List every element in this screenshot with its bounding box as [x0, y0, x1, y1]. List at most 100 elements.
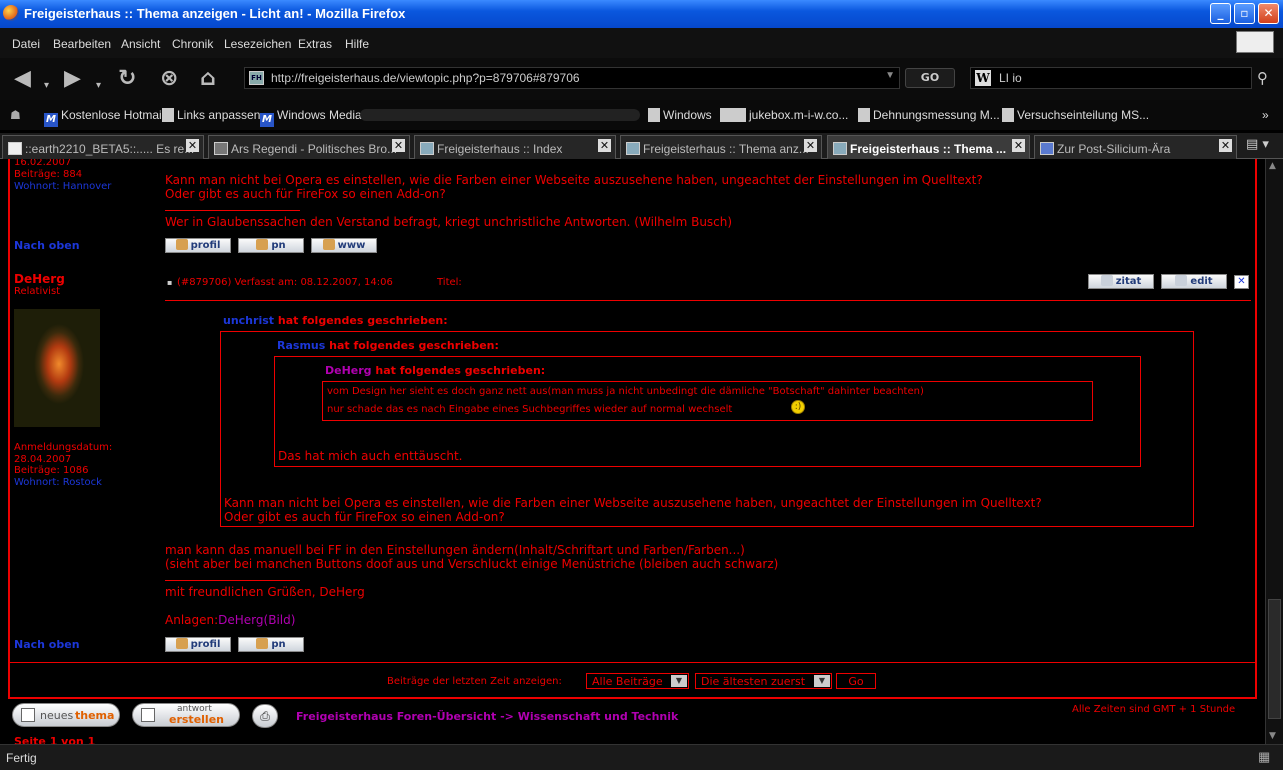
close-tab-icon[interactable]: ✕	[804, 139, 817, 152]
scroll-up-icon[interactable]: ▲	[1269, 161, 1276, 171]
close-tab-icon[interactable]: ✕	[1219, 139, 1232, 152]
close-tab-icon[interactable]: ✕	[1012, 139, 1025, 152]
search-icon[interactable]: ⚲	[1257, 69, 1268, 87]
status-text: Fertig	[6, 751, 37, 765]
forward-arrow-icon[interactable]: ▶	[64, 65, 81, 93]
new-topic-button[interactable]: neues thema	[12, 703, 120, 727]
close-tab-icon[interactable]: ✕	[186, 139, 199, 152]
menu-bar: Datei Bearbeiten Ansicht Chronik Lesezei…	[0, 28, 1283, 58]
delete-post-icon[interactable]: ✕	[1234, 275, 1249, 289]
breadcrumb[interactable]: Freigeisterhaus Foren-Übersicht -> Wisse…	[296, 710, 678, 723]
wikipedia-icon[interactable]: W	[975, 70, 991, 86]
page-icon	[1002, 108, 1014, 122]
quote3-author[interactable]: DeHerg	[325, 364, 372, 377]
site-favicon-icon: FH	[249, 71, 264, 85]
page-content: 16.02.2007 Beiträge: 884 Wohnort: Hannov…	[0, 159, 1265, 744]
url-bar[interactable]: FH http://freigeisterhaus.de/viewtopic.p…	[244, 67, 900, 89]
nach-oben-link[interactable]: Nach oben	[14, 638, 80, 651]
tab-ars-regendi[interactable]: Ars Regendi - Politisches Bro... ✕	[208, 135, 410, 159]
go-submit-button[interactable]: Go	[836, 673, 876, 689]
zitat-button[interactable]: zitat	[1088, 274, 1154, 289]
bookmark-jukebox[interactable]: jukebox.m-i-w.co...	[720, 108, 848, 122]
nach-oben-link[interactable]: Nach oben	[14, 239, 80, 252]
users-icon	[256, 239, 269, 250]
reload-icon[interactable]: ↻	[118, 65, 136, 93]
menu-extras[interactable]: Extras	[298, 37, 332, 51]
bookmarks-overflow-icon[interactable]: »	[1262, 108, 1269, 122]
menu-hilfe[interactable]: Hilfe	[345, 37, 369, 51]
page-indicator: Seite 1 von 1	[14, 735, 96, 744]
posts-period-select[interactable]: Alle Beiträge ▼	[586, 673, 689, 689]
menu-bearbeiten[interactable]: Bearbeiten	[53, 37, 111, 51]
profile-icon	[175, 638, 188, 649]
pn-button[interactable]: pn	[238, 637, 304, 652]
profil-button[interactable]: profil	[165, 637, 231, 652]
bookmark-links-anpassen[interactable]: Links anpassen	[162, 108, 260, 122]
avatar	[14, 309, 100, 427]
pn-button[interactable]: pn	[238, 238, 304, 253]
close-window-button[interactable]: ✕	[1258, 3, 1279, 24]
bookmark-windows[interactable]: Windows	[648, 108, 712, 122]
home-icon[interactable]: ⌂	[200, 65, 216, 93]
quote1-line1: Kann man nicht bei Opera es einstellen, …	[224, 496, 1042, 510]
sort-order-select[interactable]: Die ältesten zuerst ▼	[695, 673, 832, 689]
tab-post-silicium[interactable]: Zur Post-Silicium-Ära ✕	[1034, 135, 1237, 159]
www-button[interactable]: www	[311, 238, 377, 253]
back-arrow-icon[interactable]: ◀	[14, 65, 31, 93]
menu-lesezeichen[interactable]: Lesezeichen	[224, 37, 291, 51]
bookmark-dehnungsmessung[interactable]: Dehnungsmessung M...	[858, 108, 1000, 122]
profile-icon	[175, 239, 188, 250]
menu-datei[interactable]: Datei	[12, 37, 40, 51]
tab-freigeisterhaus-thema-active[interactable]: Freigeisterhaus :: Thema ... ✕	[827, 135, 1030, 159]
bookmark-versuchseinteilung[interactable]: Versuchseinteilung MS...	[1002, 108, 1149, 122]
tab-freigeisterhaus-index[interactable]: Freigeisterhaus :: Index ✕	[414, 135, 616, 159]
menu-chronik[interactable]: Chronik	[172, 37, 213, 51]
post-author[interactable]: DeHerg	[14, 272, 65, 286]
status-bar: Fertig ▦	[0, 744, 1283, 770]
stop-icon[interactable]: ⊗	[160, 65, 178, 93]
post-author-wohnort: Wohnort: Rostock	[14, 477, 102, 488]
close-tab-icon[interactable]: ✕	[598, 139, 611, 152]
bookmark-windows-media[interactable]: M Windows Media	[260, 108, 362, 127]
url-dropdown-icon[interactable]: ▼	[885, 70, 895, 81]
site-favicon-icon	[420, 142, 434, 155]
quote1-author[interactable]: unchrist	[223, 314, 274, 327]
anlagen-link[interactable]: DeHerg(Bild)	[218, 613, 295, 627]
bookmarks-icon[interactable]: ☗	[10, 108, 21, 122]
bookmark-hotmail[interactable]: M Kostenlose Hotmail	[44, 108, 164, 127]
footer-divider	[10, 662, 1255, 663]
menu-ansicht[interactable]: Ansicht	[121, 37, 160, 51]
post-author-beitraege: Beiträge: 1086	[14, 465, 89, 476]
resize-grip-icon[interactable]: ▦	[1258, 749, 1270, 765]
tab-list-icon[interactable]: ▤ ▾	[1246, 137, 1269, 152]
post-signature: mit freundlichen Grüßen, DeHerg	[165, 585, 365, 599]
chevron-down-icon: ▼	[814, 675, 830, 687]
edit-button[interactable]: edit	[1161, 274, 1227, 289]
throbber-icon	[1236, 31, 1274, 53]
go-button[interactable]: GO	[905, 68, 955, 88]
prev-post-date: 16.02.2007	[14, 159, 72, 168]
tab-freigeisterhaus-thema-1[interactable]: Freigeisterhaus :: Thema anz... ✕	[620, 135, 822, 159]
users-icon	[256, 638, 269, 649]
post-body-line1: man kann das manuell bei FF in den Einst…	[165, 543, 745, 557]
scroll-thumb[interactable]	[1268, 599, 1281, 719]
quote1-line2: Oder gibt es auch für FireFox so einen A…	[224, 510, 505, 524]
close-tab-icon[interactable]: ✕	[392, 139, 405, 152]
scroll-down-icon[interactable]: ▼	[1269, 731, 1276, 741]
tab-earth2210[interactable]: ::earth2210_BETA5::..... Es re... ✕	[2, 135, 204, 159]
search-input[interactable]: W LI io	[970, 67, 1252, 89]
minimize-button[interactable]: _	[1210, 3, 1231, 24]
document-icon	[141, 708, 155, 722]
post-header: (#879706) Verfasst am: 08.12.2007, 14:06	[177, 277, 393, 288]
back-dropdown-icon[interactable]: ▾	[44, 72, 49, 100]
reply-button[interactable]: antwort erstellen	[132, 703, 240, 727]
maximize-button[interactable]: ▫	[1234, 3, 1255, 24]
window-titlebar: Freigeisterhaus :: Thema anzeigen - Lich…	[0, 0, 1283, 28]
profil-button[interactable]: profil	[165, 238, 231, 253]
show-posts-label: Beiträge der letzten Zeit anzeigen:	[387, 676, 562, 687]
print-icon[interactable]: ⎙	[252, 704, 278, 728]
chevron-down-icon: ▼	[671, 675, 687, 687]
page-scrollbar[interactable]: ▲ ▼	[1265, 159, 1283, 744]
quote2-author[interactable]: Rasmus	[277, 339, 325, 352]
forward-dropdown-icon[interactable]: ▾	[96, 72, 101, 100]
